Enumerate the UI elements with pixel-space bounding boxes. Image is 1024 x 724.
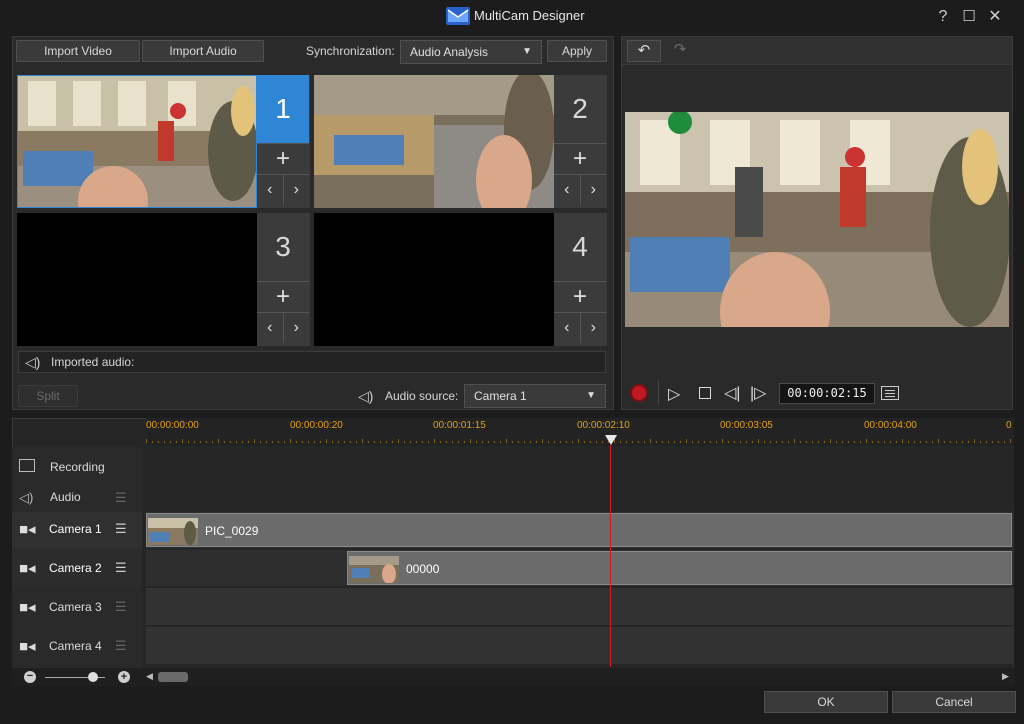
- camera-2-track-menu-icon[interactable]: ☰: [115, 560, 127, 576]
- camera-2-controls: 2 + ‹ ›: [554, 75, 607, 208]
- camera-4-add-icon[interactable]: +: [554, 281, 606, 312]
- clip-camera-1[interactable]: PIC_0029: [146, 513, 1012, 547]
- record-button[interactable]: [630, 384, 648, 402]
- camera-1-track-menu-icon[interactable]: ☰: [115, 521, 127, 537]
- camera-2-next-icon[interactable]: ›: [581, 175, 607, 205]
- cancel-button[interactable]: Cancel: [892, 691, 1016, 713]
- undo-icon[interactable]: ↶: [627, 40, 661, 62]
- camera-2-number: 2: [572, 93, 588, 124]
- speaker-icon: ◁): [25, 354, 41, 370]
- tick-label: 00:00:00:20: [290, 420, 343, 431]
- app-logo-icon: [446, 7, 470, 25]
- maximize-button[interactable]: ☐: [958, 6, 980, 28]
- camera-2-thumbnail[interactable]: [314, 75, 554, 208]
- zoom-slider-handle[interactable]: [88, 672, 98, 682]
- camera-icon: ■◂: [19, 521, 36, 538]
- tick-label: 0: [1006, 420, 1012, 431]
- camera-4-number: 4: [572, 231, 588, 262]
- recording-icon: [19, 459, 35, 472]
- chevron-down-icon: ▼: [522, 46, 532, 57]
- camera-1-number: 1: [257, 75, 309, 143]
- camera-3-track-menu-icon[interactable]: ☰: [115, 599, 127, 615]
- subtitle-icon[interactable]: [881, 386, 899, 400]
- divider: [658, 381, 659, 405]
- timeline-scrollbar-thumb[interactable]: [158, 672, 188, 682]
- playhead-line: [610, 445, 611, 667]
- help-button[interactable]: ?: [932, 6, 954, 28]
- camera-4-controls: 4 + ‹ ›: [554, 213, 607, 346]
- tick-label: 00:00:02:10: [577, 420, 630, 431]
- audio-track-menu-icon[interactable]: ☰: [115, 490, 127, 506]
- clip-thumbnail: [148, 518, 198, 545]
- stop-icon[interactable]: [699, 387, 711, 399]
- camera-3-thumbnail[interactable]: [17, 213, 257, 346]
- camera-2-prev-icon[interactable]: ‹: [554, 175, 581, 205]
- timecode-display[interactable]: 00:00:02:15: [779, 383, 875, 404]
- camera-icon: ■◂: [19, 599, 36, 616]
- camera-3-number: 3: [275, 231, 291, 262]
- import-audio-button[interactable]: Import Audio: [142, 40, 264, 62]
- audio-source-label: Audio source:: [385, 389, 459, 403]
- camera-1-add-icon[interactable]: +: [257, 143, 309, 174]
- window-title: MultiCam Designer: [474, 8, 585, 23]
- clip-name: PIC_0029: [205, 524, 259, 538]
- clip-camera-2[interactable]: 00000: [347, 551, 1012, 585]
- clip-thumbnail: [349, 556, 399, 584]
- play-icon[interactable]: ▷: [668, 384, 680, 404]
- camera-4-track[interactable]: [146, 627, 1014, 665]
- ok-button[interactable]: OK: [764, 691, 888, 713]
- camera-4-next-icon[interactable]: ›: [581, 313, 607, 343]
- sync-value: Audio Analysis: [410, 45, 489, 59]
- scroll-left-icon[interactable]: ◀: [146, 671, 153, 682]
- imported-audio-label: Imported audio:: [51, 355, 135, 369]
- camera-1-thumbnail[interactable]: [17, 75, 257, 208]
- camera-3-prev-icon[interactable]: ‹: [257, 313, 284, 343]
- clip-name: 00000: [406, 562, 440, 576]
- import-video-button[interactable]: Import Video: [16, 40, 140, 62]
- sync-dropdown[interactable]: Audio Analysis ▼: [400, 40, 542, 64]
- next-frame-icon[interactable]: |▷: [750, 383, 766, 403]
- recording-audio-track-area[interactable]: [146, 447, 1014, 511]
- sync-label: Synchronization:: [306, 44, 395, 58]
- chevron-down-icon: ▼: [586, 390, 596, 401]
- tick-label: 00:00:03:05: [720, 420, 773, 431]
- scroll-right-icon[interactable]: ▶: [1002, 671, 1009, 682]
- camera-icon: ■◂: [19, 560, 36, 577]
- imported-audio-bar: ◁) Imported audio:: [18, 351, 606, 373]
- camera-3-next-icon[interactable]: ›: [284, 313, 310, 343]
- camera-1-prev-icon[interactable]: ‹: [257, 175, 284, 205]
- redo-icon[interactable]: ↷: [665, 40, 695, 62]
- camera-1-next-icon[interactable]: ›: [284, 175, 310, 205]
- tick-label: 00:00:00:00: [146, 420, 199, 431]
- camera-3-track[interactable]: [146, 588, 1014, 626]
- camera-4-thumbnail[interactable]: [314, 213, 554, 346]
- camera-4-track-menu-icon[interactable]: ☰: [115, 638, 127, 654]
- camera-3-add-icon[interactable]: +: [257, 281, 309, 312]
- camera-2-add-icon[interactable]: +: [554, 143, 606, 174]
- split-button[interactable]: Split: [18, 385, 78, 407]
- audio-source-dropdown[interactable]: Camera 1 ▼: [464, 384, 606, 408]
- audio-source-speaker-icon: ◁): [358, 388, 374, 404]
- playhead-handle[interactable]: [605, 435, 617, 445]
- camera-3-controls: 3 + ‹ ›: [257, 213, 310, 346]
- preview-video: [625, 112, 1009, 327]
- camera-icon: ■◂: [19, 638, 36, 655]
- zoom-in-icon[interactable]: +: [118, 671, 130, 683]
- close-button[interactable]: ✕: [984, 6, 1006, 28]
- tick-label: 00:00:04:00: [864, 420, 917, 431]
- camera-1-controls: 1 + ‹ ›: [257, 75, 310, 208]
- audio-track-icon: ◁): [19, 490, 34, 505]
- audio-source-value: Camera 1: [474, 389, 527, 403]
- apply-button[interactable]: Apply: [547, 40, 607, 62]
- camera-4-prev-icon[interactable]: ‹: [554, 313, 581, 343]
- tick-label: 00:00:01:15: [433, 420, 486, 431]
- prev-frame-icon[interactable]: ◁|: [724, 383, 740, 403]
- zoom-out-icon[interactable]: −: [24, 671, 36, 683]
